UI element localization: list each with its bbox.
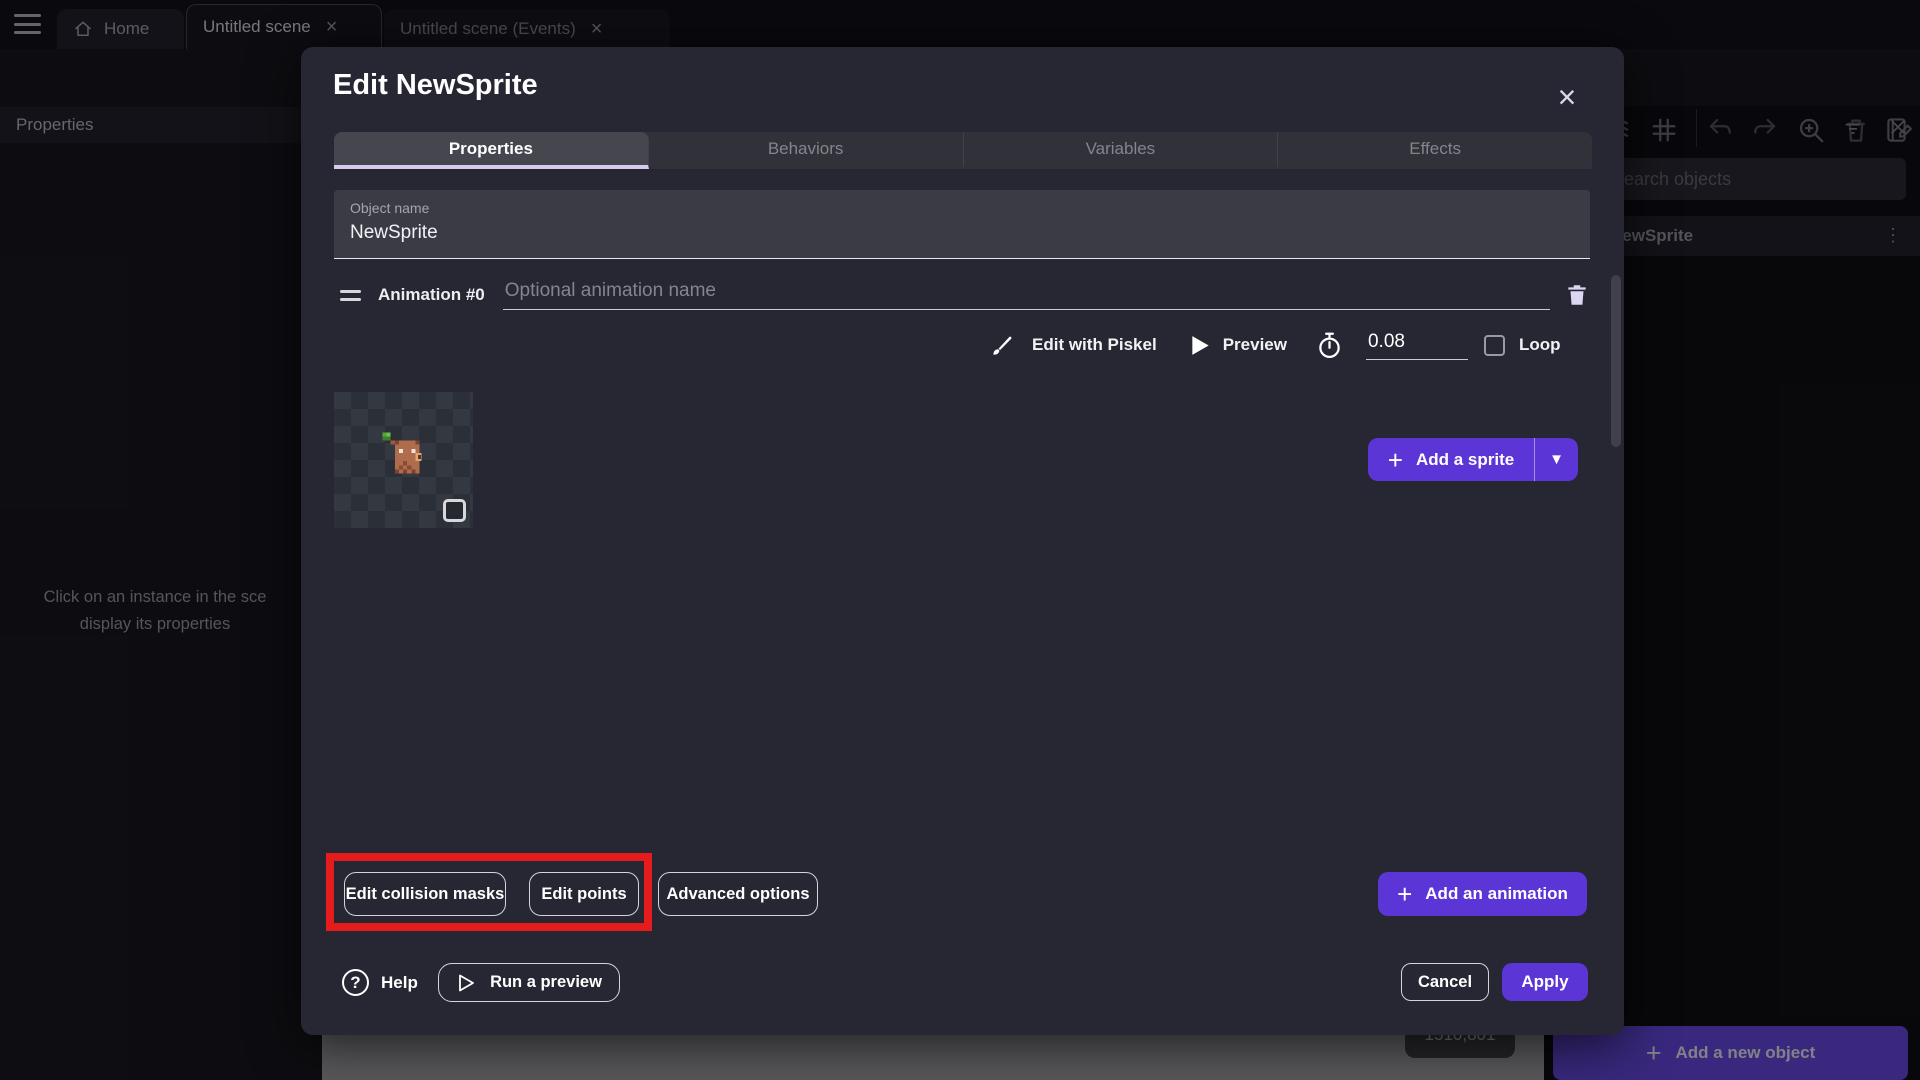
animation-label: Animation #0 <box>378 285 485 304</box>
play-icon <box>1191 335 1210 356</box>
cancel-button[interactable]: Cancel <box>1401 963 1489 1001</box>
stopwatch-icon <box>1316 331 1343 360</box>
tab-properties[interactable]: Properties <box>334 132 649 169</box>
add-sprite-button[interactable]: + Add a sprite <box>1368 438 1534 481</box>
brush-icon <box>989 333 1014 358</box>
object-name-field-label: Object name <box>350 200 430 216</box>
add-sprite-label: Add a sprite <box>1415 449 1515 469</box>
delete-animation-icon[interactable] <box>1564 281 1590 309</box>
plus-icon: + <box>1397 879 1413 909</box>
dialog-title: Edit NewSprite <box>333 69 538 101</box>
help-icon: ? <box>342 969 369 996</box>
drag-handle-icon[interactable] <box>340 289 361 301</box>
edit-with-piskel-button[interactable]: Edit with Piskel <box>1032 335 1157 355</box>
tab-behaviors[interactable]: Behaviors <box>649 132 964 169</box>
apply-button[interactable]: Apply <box>1502 963 1588 1001</box>
sprite-frame-thumbnail[interactable] <box>334 392 473 528</box>
add-sprite-split-button: + Add a sprite ▼ <box>1368 438 1578 481</box>
highlight-annotation-box <box>326 853 652 931</box>
play-outline-icon <box>456 973 476 993</box>
tab-effects[interactable]: Effects <box>1278 132 1592 169</box>
object-name-field[interactable]: Object name NewSprite <box>334 190 1590 259</box>
add-animation-label: Add an animation <box>1425 884 1568 903</box>
help-label: Help <box>381 972 418 992</box>
dialog-scrollbar[interactable] <box>1611 275 1621 447</box>
run-preview-button[interactable]: Run a preview <box>438 963 620 1002</box>
gdevelop-app: Home Untitled scene × Untitled scene (Ev… <box>0 0 1920 1080</box>
chevron-down-icon[interactable]: ▼ <box>1535 438 1578 481</box>
animation-name-input[interactable] <box>502 280 1550 310</box>
dialog-tabs: Properties Behaviors Variables Effects <box>334 132 1592 169</box>
animation-row: Animation #0 <box>334 278 1590 312</box>
tab-variables[interactable]: Variables <box>964 132 1279 169</box>
close-icon[interactable]: × <box>1547 77 1587 117</box>
frame-select-checkbox[interactable] <box>443 499 466 522</box>
pig-sprite-image <box>382 432 422 474</box>
plus-icon: + <box>1387 444 1403 475</box>
object-name-field-value: NewSprite <box>350 222 438 243</box>
run-preview-label: Run a preview <box>490 973 602 991</box>
preview-button[interactable]: Preview <box>1223 335 1287 355</box>
add-animation-button[interactable]: + Add an animation <box>1378 872 1587 916</box>
advanced-options-button[interactable]: Advanced options <box>658 872 818 916</box>
loop-checkbox[interactable] <box>1483 334 1505 356</box>
time-between-frames-input[interactable] <box>1365 330 1468 360</box>
help-button[interactable]: ? Help <box>342 963 418 1002</box>
animation-tools-row: Edit with Piskel Preview Loop <box>989 327 1561 363</box>
loop-label: Loop <box>1518 335 1561 354</box>
